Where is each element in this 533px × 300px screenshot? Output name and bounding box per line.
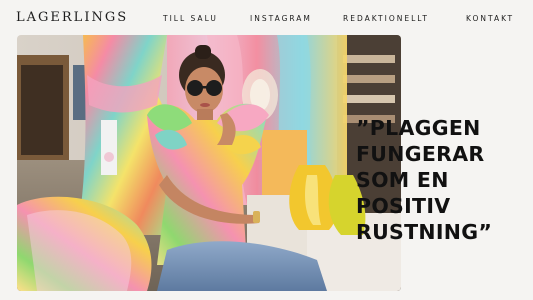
hero-photo [17, 35, 401, 291]
top-navigation: LAGERLINGS TILL SALU INSTAGRAM REDAKTION… [0, 0, 533, 36]
nav-link-redaktionellt[interactable]: REDAKTIONELLT [343, 14, 429, 23]
quote-line: RUSTNING” [356, 220, 493, 244]
site-logo[interactable]: LAGERLINGS [16, 10, 128, 25]
nav-link-till-salu[interactable]: TILL SALU [163, 14, 218, 23]
nav-link-kontakt[interactable]: KONTAKT [466, 14, 514, 23]
quote-line: POSITIV [356, 194, 451, 218]
nav-link-instagram[interactable]: INSTAGRAM [250, 14, 312, 23]
quote-line: SOM EN [356, 168, 449, 192]
hero-quote: ”PLAGGEN FUNGERAR SOM EN POSITIV RUSTNIN… [356, 115, 492, 245]
quote-line: FUNGERAR [356, 142, 485, 166]
quote-line: ”PLAGGEN [356, 116, 481, 140]
